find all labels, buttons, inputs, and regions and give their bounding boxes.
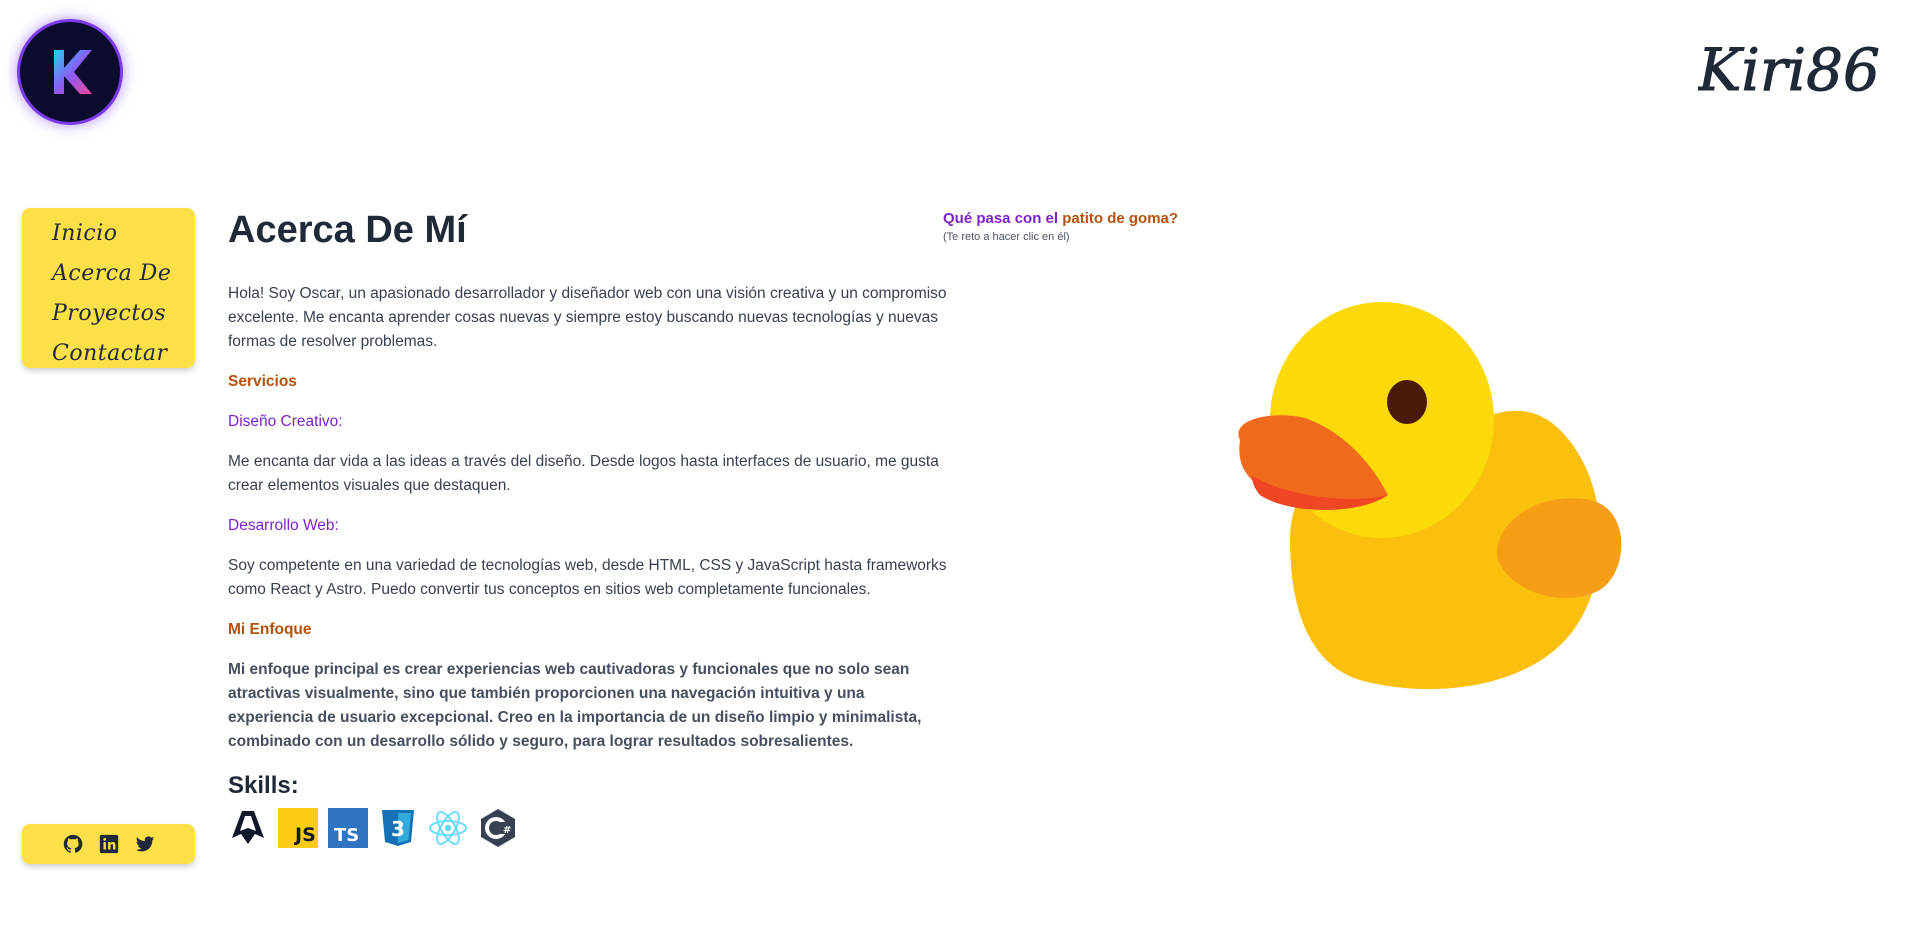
svg-text:#: # bbox=[503, 825, 511, 836]
rubber-duck-image[interactable] bbox=[1230, 290, 1670, 700]
creative-text: Me encanta dar vida a las ideas a través… bbox=[228, 453, 939, 494]
k-logo-icon bbox=[54, 50, 92, 94]
duck-hint: (Te reto a hacer clic en él) bbox=[943, 231, 1070, 243]
twitter-icon[interactable] bbox=[134, 833, 156, 855]
web-heading: Desarrollo Web: bbox=[228, 517, 339, 534]
about-section: Acerca De Mí Hola! Soy Oscar, un apasion… bbox=[228, 208, 948, 848]
javascript-icon: JS bbox=[278, 808, 318, 848]
creative-heading: Diseño Creativo: bbox=[228, 413, 343, 430]
brand-text: Kiri86 bbox=[1698, 36, 1880, 104]
nav-item-proyectos[interactable]: Proyectos bbox=[52, 294, 195, 334]
svg-text:TS: TS bbox=[334, 825, 359, 846]
social-links bbox=[22, 824, 195, 864]
typescript-icon: TS bbox=[328, 808, 368, 848]
brand-signature: Kiri86 bbox=[1697, 30, 1898, 110]
duck-question: Qué pasa con el patito de goma? bbox=[943, 210, 1178, 227]
intro-text: Hola! Soy Oscar, un apasionado desarroll… bbox=[228, 285, 947, 350]
site-logo[interactable] bbox=[17, 19, 123, 125]
csharp-icon: # bbox=[478, 808, 518, 848]
skills-list: JS TS 3 # bbox=[228, 808, 948, 848]
nav-item-acerca[interactable]: Acerca De bbox=[52, 254, 195, 294]
focus-heading: Mi Enfoque bbox=[228, 621, 312, 638]
linkedin-icon[interactable] bbox=[98, 833, 120, 855]
svg-text:3: 3 bbox=[391, 817, 405, 841]
github-icon[interactable] bbox=[62, 833, 84, 855]
main-nav: Inicio Acerca De Proyectos Contactar bbox=[22, 208, 195, 368]
css3-icon: 3 bbox=[378, 808, 418, 848]
web-text: Soy competente en una variedad de tecnol… bbox=[228, 557, 947, 598]
svg-text:JS: JS bbox=[293, 824, 316, 846]
nav-item-inicio[interactable]: Inicio bbox=[52, 214, 195, 254]
nav-item-contactar[interactable]: Contactar bbox=[52, 334, 195, 374]
astro-icon bbox=[228, 808, 268, 848]
services-heading: Servicios bbox=[228, 373, 297, 390]
focus-text: Mi enfoque principal es crear experienci… bbox=[228, 661, 922, 750]
react-icon bbox=[428, 808, 468, 848]
skills-title: Skills: bbox=[228, 772, 299, 799]
duck-question-prefix: Qué pasa con el bbox=[943, 210, 1059, 227]
duck-prompt: Qué pasa con el patito de goma? (Te reto… bbox=[943, 210, 1178, 243]
duck-question-highlight: patito de goma? bbox=[1062, 210, 1179, 227]
page-title: Acerca De Mí bbox=[228, 209, 467, 251]
